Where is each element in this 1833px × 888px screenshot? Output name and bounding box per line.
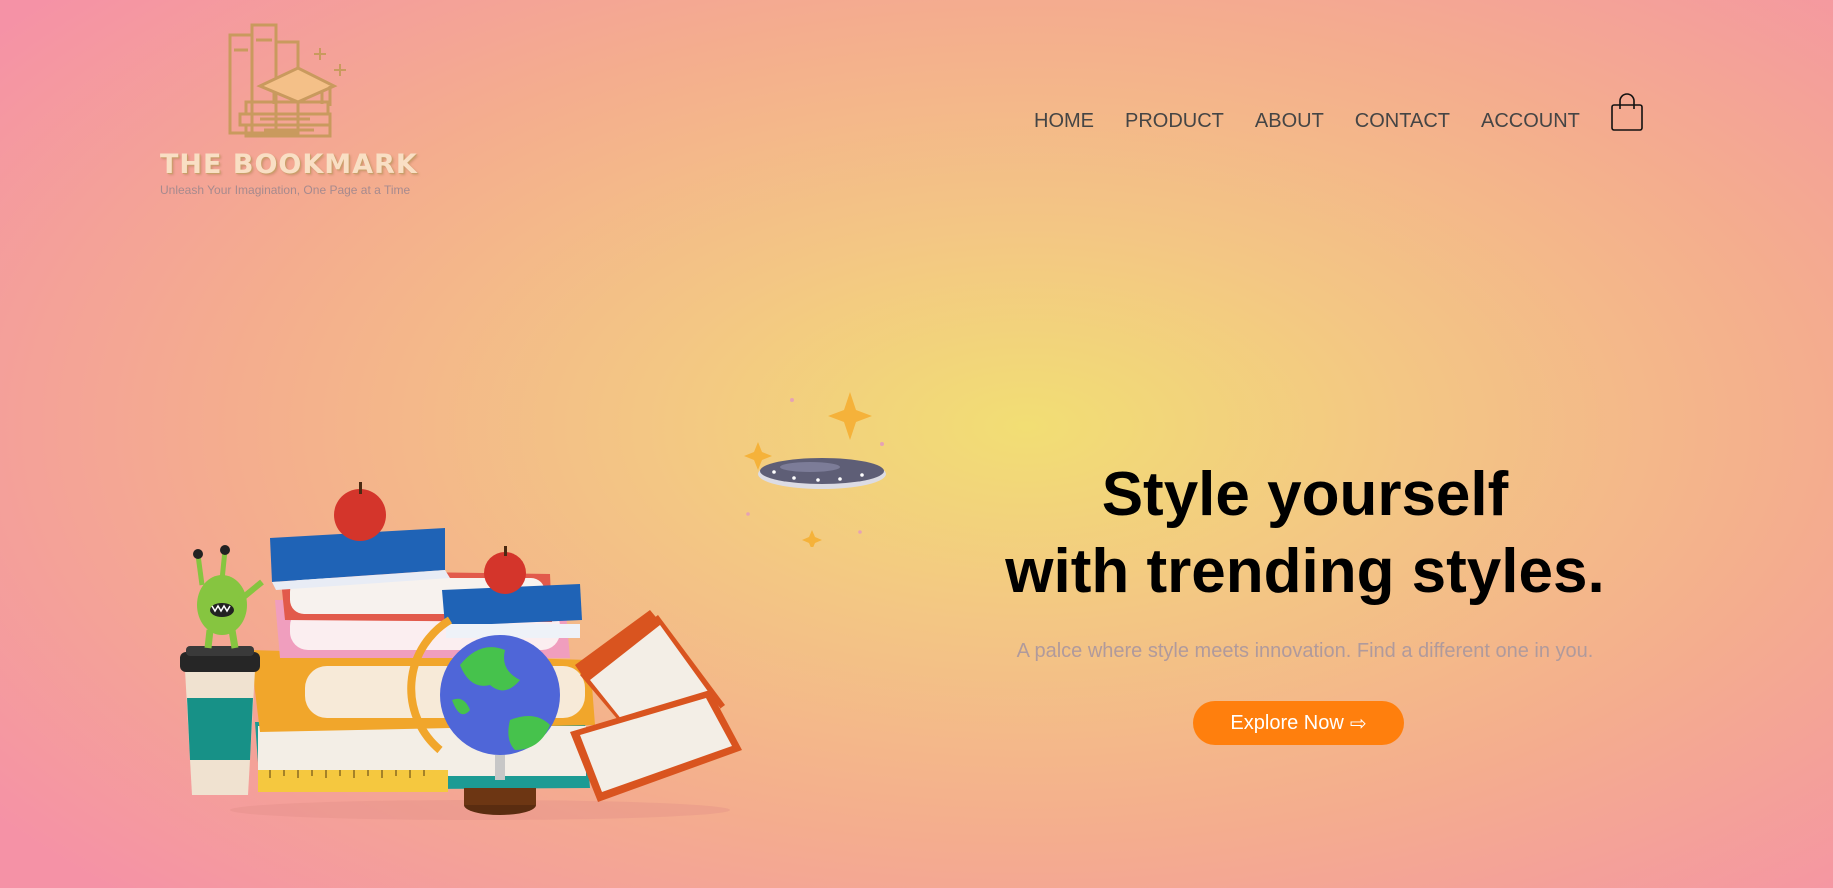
hero-subtitle: A palce where style meets innovation. Fi… bbox=[1016, 640, 1594, 662]
ufo-illustration bbox=[744, 392, 886, 547]
nav-account[interactable]: ACCOUNT bbox=[1481, 110, 1580, 133]
apple-shape bbox=[484, 552, 526, 594]
shopping-bag-icon[interactable] bbox=[1610, 92, 1644, 132]
hero-title-line-2: with trending styles. bbox=[1005, 537, 1605, 606]
apple-shape bbox=[334, 489, 386, 541]
books-graduation-cap-icon bbox=[228, 23, 346, 138]
explore-now-button[interactable]: Explore Now ⇨ bbox=[1193, 701, 1404, 745]
nav-contact[interactable]: CONTACT bbox=[1355, 110, 1450, 133]
star-shape bbox=[828, 392, 872, 440]
nav-product[interactable]: PRODUCT bbox=[1125, 110, 1224, 133]
hero-title-line-1: Style yourself bbox=[1101, 460, 1509, 529]
book-stack-illustration bbox=[180, 482, 742, 820]
main-nav: HOME PRODUCT ABOUT CONTACT ACCOUNT bbox=[1034, 110, 1580, 133]
explore-now-label: Explore Now bbox=[1230, 711, 1344, 734]
brand-name: THE BOOKMARK bbox=[160, 149, 418, 180]
star-shape bbox=[802, 530, 822, 547]
brand-logo[interactable]: THE BOOKMARK Unleash Your Imagination, O… bbox=[160, 20, 418, 197]
arrow-right-icon: ⇨ bbox=[1349, 712, 1367, 735]
brand-tagline: Unleash Your Imagination, One Page at a … bbox=[160, 183, 411, 197]
hero-title: Style yourself with trending styles. bbox=[985, 456, 1625, 610]
nav-about[interactable]: ABOUT bbox=[1255, 110, 1324, 133]
nav-home[interactable]: HOME bbox=[1034, 110, 1094, 133]
